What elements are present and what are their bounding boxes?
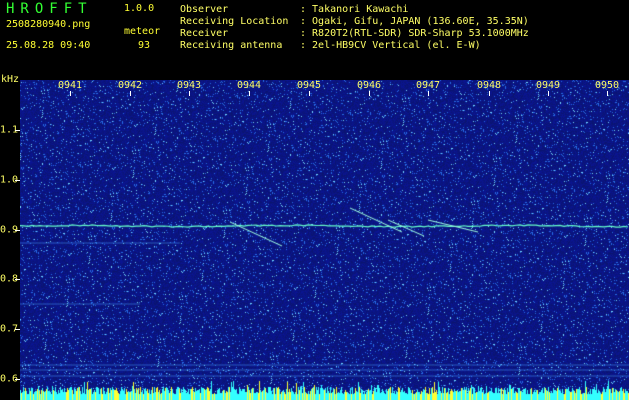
station-label: Observer [180,4,229,15]
frequency-tick-mark [15,279,20,280]
frequency-tick-mark [15,230,20,231]
time-tick-mark [249,91,250,96]
station-row-antenna: Receiving antenna : 2el-HB9CV Vertical (… [180,40,529,52]
time-tick-mark [489,91,490,96]
frequency-tick-mark [15,130,20,131]
station-label: Receiving antenna [180,40,283,51]
timestamp: 25.08.28 09:40 [6,40,91,51]
app-logo: HROFFT [6,1,93,17]
time-tick-mark [607,91,608,96]
frequency-tick-mark [15,379,20,380]
time-tick-label: 0941 [57,80,83,91]
time-tick-mark [428,91,429,96]
station-row-observer: Observer : Takanori Kawachi [180,4,529,16]
time-tick-mark [70,91,71,96]
time-tick-mark [189,91,190,96]
file-name: 2508280940.png [6,19,91,30]
frequency-unit-label: kHz [1,74,20,85]
station-label: Receiving Location [180,16,289,27]
time-tick-mark [130,91,131,96]
time-tick-label: 0948 [476,80,502,91]
station-info: Observer : Takanori Kawachi Receiving Lo… [180,4,529,52]
header-panel: HROFFT 1.0.0 2508280940.png meteor 25.08… [0,0,629,80]
time-tick-mark [309,91,310,96]
station-label: Receiver [180,28,229,39]
time-tick-label: 0944 [236,80,262,91]
time-tick-label: 0942 [117,80,143,91]
time-tick-mark [548,91,549,96]
detection-count: 93 [138,40,151,51]
station-value: : Takanori Kawachi [300,4,409,15]
time-tick-label: 0945 [296,80,322,91]
time-tick-mark [369,91,370,96]
time-tick-label: 0949 [535,80,561,91]
time-tick-label: 0946 [356,80,382,91]
time-tick-label: 0943 [176,80,202,91]
frequency-tick-mark [15,180,20,181]
time-tick-label: 0950 [594,80,620,91]
spectrogram-plot [20,80,629,400]
station-row-receiver: Receiver : R820T2(RTL-SDR) SDR-Sharp 53.… [180,28,529,40]
frequency-tick-mark [15,329,20,330]
station-value: : Ogaki, Gifu, JAPAN (136.60E, 35.35N) [300,16,529,27]
time-tick-label: 0947 [415,80,441,91]
station-value: : R820T2(RTL-SDR) SDR-Sharp 53.1000MHz [300,28,529,39]
station-row-location: Receiving Location : Ogaki, Gifu, JAPAN … [180,16,529,28]
app-version: 1.0.0 [124,3,155,14]
detection-mode: meteor [124,26,161,37]
station-value: : 2el-HB9CV Vertical (el. E-W) [300,40,481,51]
